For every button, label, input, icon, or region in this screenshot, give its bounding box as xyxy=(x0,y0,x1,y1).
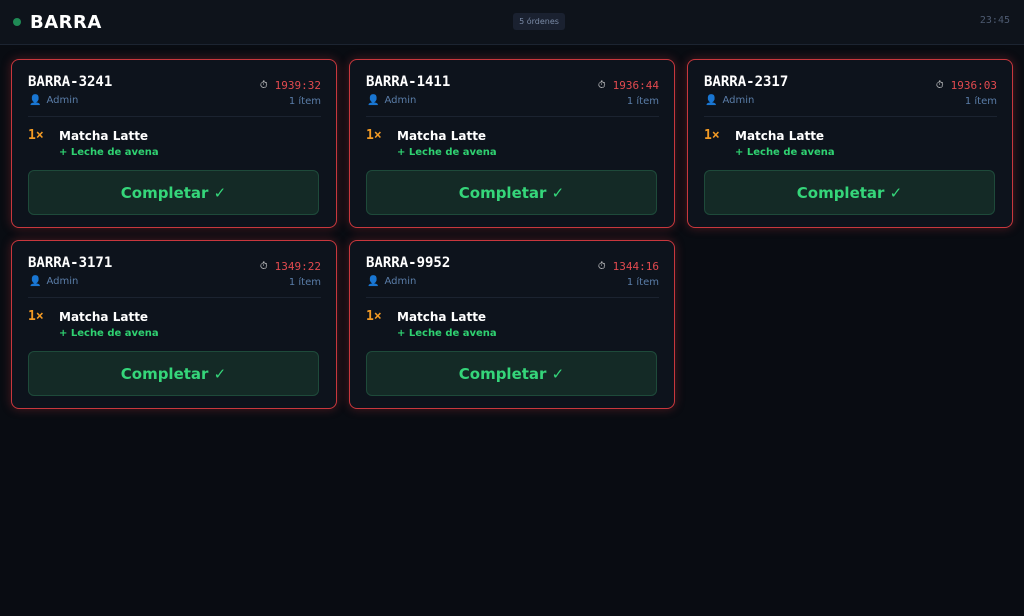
order-user: 👤 Admin xyxy=(367,276,416,287)
timer-value: 1936:03 xyxy=(950,79,997,92)
order-card: BARRA-3241 ⏱ 1939:32 👤 Admin 1 ítem 1× M… xyxy=(11,59,337,228)
item-name: Matcha Latte xyxy=(59,129,149,143)
divider xyxy=(704,116,997,117)
order-id: BARRA-3171 xyxy=(28,255,113,271)
divider xyxy=(28,116,321,117)
order-card: BARRA-2317 ⏱ 1936:03 👤 Admin 1 ítem 1× M… xyxy=(687,59,1013,228)
user-name: Admin xyxy=(46,276,79,287)
timer-value: 1344:16 xyxy=(612,260,659,273)
order-card: BARRA-9952 ⏱ 1344:16 👤 Admin 1 ítem 1× M… xyxy=(349,240,675,409)
stopwatch-icon: ⏱ xyxy=(597,80,606,91)
top-bar: BARRA 5 órdenes 23:45 xyxy=(0,0,1024,45)
complete-button[interactable]: Completar ✓ xyxy=(704,170,995,215)
order-id: BARRA-1411 xyxy=(366,74,451,90)
order-timer: ⏱ 1939:32 xyxy=(260,79,321,92)
order-id: BARRA-9952 xyxy=(366,255,451,271)
complete-button[interactable]: Completar ✓ xyxy=(366,170,657,215)
order-count-badge: 5 órdenes xyxy=(513,13,565,30)
order-user: 👤 Admin xyxy=(367,95,416,106)
timer-value: 1939:32 xyxy=(274,79,321,92)
item-quantity: 1× xyxy=(28,309,44,324)
item-quantity: 1× xyxy=(28,128,44,143)
item-quantity: 1× xyxy=(704,128,720,143)
order-card: BARRA-3171 ⏱ 1349:22 👤 Admin 1 ítem 1× M… xyxy=(11,240,337,409)
item-modifier: + Leche de avena xyxy=(397,147,497,158)
order-timer: ⏱ 1349:22 xyxy=(260,260,321,273)
divider xyxy=(366,297,659,298)
complete-button[interactable]: Completar ✓ xyxy=(366,351,657,396)
complete-button[interactable]: Completar ✓ xyxy=(28,351,319,396)
order-timer: ⏱ 1344:16 xyxy=(598,260,659,273)
item-modifier: + Leche de avena xyxy=(735,147,835,158)
items-count: 1 ítem xyxy=(964,96,997,107)
divider xyxy=(28,297,321,298)
user-icon: 👤 xyxy=(29,276,42,287)
item-quantity: 1× xyxy=(366,309,382,324)
user-icon: 👤 xyxy=(367,95,380,106)
complete-button[interactable]: Completar ✓ xyxy=(28,170,319,215)
order-user: 👤 Admin xyxy=(29,276,78,287)
item-name: Matcha Latte xyxy=(59,310,149,324)
user-name: Admin xyxy=(384,95,417,106)
item-name: Matcha Latte xyxy=(397,310,487,324)
item-modifier: + Leche de avena xyxy=(397,328,497,339)
order-id: BARRA-2317 xyxy=(704,74,789,90)
user-name: Admin xyxy=(46,95,79,106)
items-count: 1 ítem xyxy=(288,277,321,288)
order-timer: ⏱ 1936:03 xyxy=(936,79,997,92)
stopwatch-icon: ⏱ xyxy=(259,80,268,91)
timer-value: 1936:44 xyxy=(612,79,659,92)
station-title: BARRA xyxy=(30,11,102,33)
stopwatch-icon: ⏱ xyxy=(259,261,268,272)
brand: BARRA xyxy=(13,11,102,33)
divider xyxy=(366,116,659,117)
item-modifier: + Leche de avena xyxy=(59,147,159,158)
user-icon: 👤 xyxy=(29,95,42,106)
order-card: BARRA-1411 ⏱ 1936:44 👤 Admin 1 ítem 1× M… xyxy=(349,59,675,228)
items-count: 1 ítem xyxy=(626,96,659,107)
user-name: Admin xyxy=(722,95,755,106)
order-user: 👤 Admin xyxy=(29,95,78,106)
status-dot-icon xyxy=(13,18,21,26)
order-grid: BARRA-3241 ⏱ 1939:32 👤 Admin 1 ítem 1× M… xyxy=(11,59,1014,419)
clock: 23:45 xyxy=(979,15,1010,26)
item-name: Matcha Latte xyxy=(735,129,825,143)
stopwatch-icon: ⏱ xyxy=(935,80,944,91)
item-modifier: + Leche de avena xyxy=(59,328,159,339)
order-timer: ⏱ 1936:44 xyxy=(598,79,659,92)
user-icon: 👤 xyxy=(367,276,380,287)
items-count: 1 ítem xyxy=(626,277,659,288)
user-name: Admin xyxy=(384,276,417,287)
item-quantity: 1× xyxy=(366,128,382,143)
order-id: BARRA-3241 xyxy=(28,74,113,90)
items-count: 1 ítem xyxy=(288,96,321,107)
item-name: Matcha Latte xyxy=(397,129,487,143)
user-icon: 👤 xyxy=(705,95,718,106)
order-user: 👤 Admin xyxy=(705,95,754,106)
stopwatch-icon: ⏱ xyxy=(597,261,606,272)
timer-value: 1349:22 xyxy=(274,260,321,273)
